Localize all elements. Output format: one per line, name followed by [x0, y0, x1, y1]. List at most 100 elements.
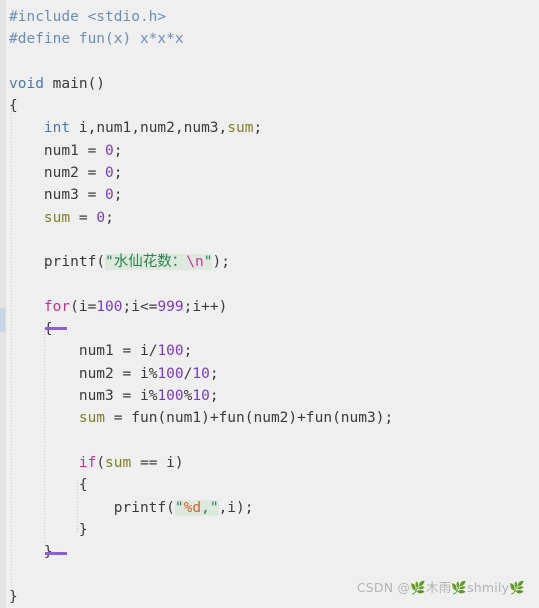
code-line[interactable]: sum = 0; — [0, 207, 539, 229]
code-token-fld: sum — [43, 209, 71, 226]
code-token-num: 10 — [192, 388, 210, 405]
code-token-pre: #define fun(x) x*x*x — [9, 31, 184, 48]
code-line[interactable]: #define fun(x) x*x*x — [0, 28, 539, 50]
code-token-typ: void — [9, 75, 44, 92]
code-token-kw: if — [78, 454, 97, 471]
code-token-punct: ;i++) — [183, 298, 228, 315]
code-token-fn: fun — [305, 410, 333, 427]
code-token-pre: #include <stdio.h> — [9, 9, 167, 25]
code-token-str: " — [174, 499, 184, 516]
code-token-punct: ( — [96, 454, 106, 471]
code-token-str: "水仙花数： — [105, 254, 187, 271]
code-token-op: = — [113, 365, 140, 382]
code-line[interactable]: { — [0, 95, 539, 117]
code-line[interactable]: num1 = i/100; — [0, 340, 539, 362]
code-token-id: num2 — [43, 165, 79, 182]
code-token-id: num1 — [78, 343, 114, 360]
code-token-esc: \n — [186, 254, 204, 271]
code-token-op: = — [105, 410, 132, 427]
code-token-punct: ; — [253, 120, 263, 137]
code-token-id: num2 — [78, 365, 114, 382]
code-line[interactable]: printf("%d,",i); — [0, 497, 539, 519]
code-token-num: 100 — [157, 388, 184, 405]
csdn-watermark: CSDN @🌿木雨🌿shmily🌿 — [356, 579, 525, 595]
code-token-typ: int — [43, 120, 71, 137]
code-token-punct: () — [87, 75, 106, 92]
code-line[interactable] — [0, 229, 539, 251]
code-token-num: 0 — [105, 187, 114, 204]
code-line[interactable]: num2 = i%100/10; — [0, 363, 539, 385]
code-token-punct: (num2)+ — [244, 410, 306, 427]
code-token-punct: (i= — [70, 298, 97, 315]
code-token-punct: ; — [183, 343, 193, 360]
code-token-brace: { — [9, 98, 18, 115]
code-token-num: 0 — [96, 209, 106, 226]
code-token-num: 0 — [105, 142, 114, 159]
code-token-punct: ( — [96, 254, 106, 271]
code-token-num: 10 — [192, 365, 210, 382]
code-token-op: = — [113, 343, 140, 360]
code-token-punct: (num1)+ — [157, 410, 219, 427]
code-line[interactable]: num1 = 0; — [0, 140, 539, 162]
code-line[interactable]: { — [0, 474, 539, 496]
code-token-op: = — [78, 142, 106, 159]
code-token-punct: (num3); — [332, 410, 394, 427]
code-token-id: num3 — [78, 388, 114, 405]
code-token-punct: ); — [212, 254, 230, 271]
code-token-fld: sum — [227, 120, 254, 137]
code-token-punct: i% — [139, 388, 158, 405]
code-token-num: 0 — [105, 165, 114, 182]
code-token-num: 100 — [96, 298, 123, 315]
code-line[interactable]: int i,num1,num2,num3,sum; — [0, 117, 539, 139]
code-line[interactable]: { — [0, 318, 539, 340]
code-line[interactable]: num3 = i%100%10; — [0, 385, 539, 407]
code-token-punct: ( — [166, 499, 175, 516]
code-token-op — [44, 76, 53, 92]
code-line[interactable] — [0, 430, 539, 452]
code-token-id: num3 — [43, 187, 79, 204]
code-token-punct: ; — [113, 165, 123, 182]
code-line[interactable]: sum = fun(num1)+fun(num2)+fun(num3); — [0, 407, 539, 429]
code-line[interactable]: } — [0, 519, 539, 541]
code-line[interactable]: printf("水仙花数：\n"); — [0, 251, 539, 273]
code-line[interactable]: for(i=100;i<=999;i++) — [0, 296, 539, 318]
code-line[interactable]: void main() — [0, 73, 539, 95]
code-token-fn: fun — [131, 410, 158, 427]
bracket-match-underline-close — [45, 552, 67, 555]
code-token-op: = — [78, 187, 106, 204]
code-token-punct: ; — [105, 209, 114, 226]
code-token-num: 999 — [157, 298, 184, 315]
code-line[interactable]: #include <stdio.h> — [0, 6, 539, 28]
code-line[interactable] — [0, 51, 539, 73]
code-token-id: num1 — [43, 142, 79, 159]
code-line[interactable]: if(sum == i) — [0, 452, 539, 474]
code-line[interactable]: num3 = 0; — [0, 184, 539, 206]
code-token-punct: ; — [113, 187, 123, 204]
code-token-fld: sum — [105, 454, 132, 471]
code-token-op: == — [131, 454, 167, 471]
code-token-fn: printf — [113, 499, 167, 516]
code-content[interactable]: #include <stdio.h> #define fun(x) x*x*x v… — [0, 0, 539, 608]
code-line[interactable]: num2 = 0; — [0, 162, 539, 184]
code-line[interactable] — [0, 274, 539, 296]
code-token-punct: ; — [209, 388, 219, 405]
code-line[interactable]: } — [0, 541, 539, 563]
code-token-brace: } — [78, 521, 88, 538]
code-token-punct: i/ — [139, 343, 158, 360]
code-token-fld: sum — [78, 410, 106, 427]
code-token-kw: for — [43, 298, 71, 315]
code-token-punct: ,i); — [218, 499, 254, 516]
